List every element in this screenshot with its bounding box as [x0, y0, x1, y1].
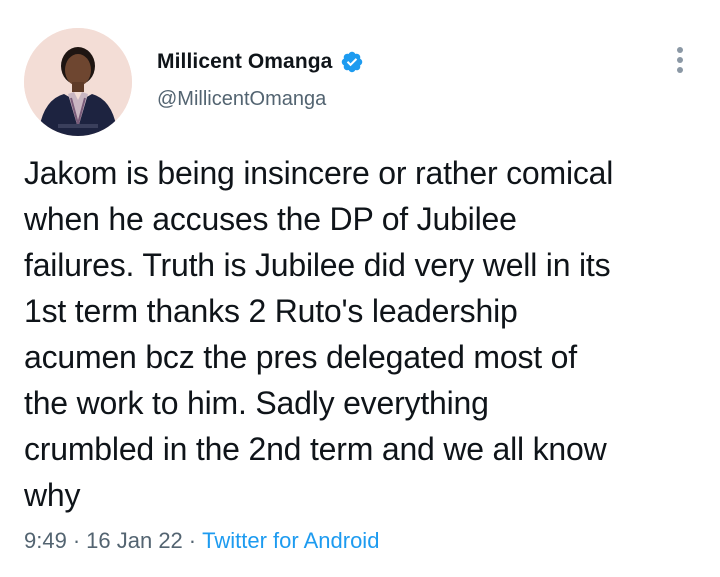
meta-separator: ·	[188, 528, 197, 553]
tweet-card: Millicent Omanga @MillicentOmanga Jakom …	[0, 0, 720, 577]
author-handle[interactable]: @MillicentOmanga	[157, 88, 326, 111]
meta-separator: ·	[72, 528, 81, 553]
tweet-date[interactable]: 16 Jan 22	[86, 528, 183, 554]
author-avatar[interactable]	[24, 28, 132, 136]
tweet-source-link[interactable]: Twitter for Android	[202, 528, 379, 554]
tweet-meta: 9:49 · 16 Jan 22 · Twitter for Android	[24, 528, 379, 554]
profile-photo-icon	[24, 28, 132, 136]
author-display-name[interactable]: Millicent Omanga	[157, 50, 332, 74]
more-options-icon[interactable]	[670, 44, 690, 76]
verified-badge-icon	[340, 50, 364, 74]
tweet-text: Jakom is being insincere or rather comic…	[24, 155, 614, 513]
author-name-row: Millicent Omanga	[157, 50, 364, 74]
tweet-time[interactable]: 9:49	[24, 528, 67, 554]
